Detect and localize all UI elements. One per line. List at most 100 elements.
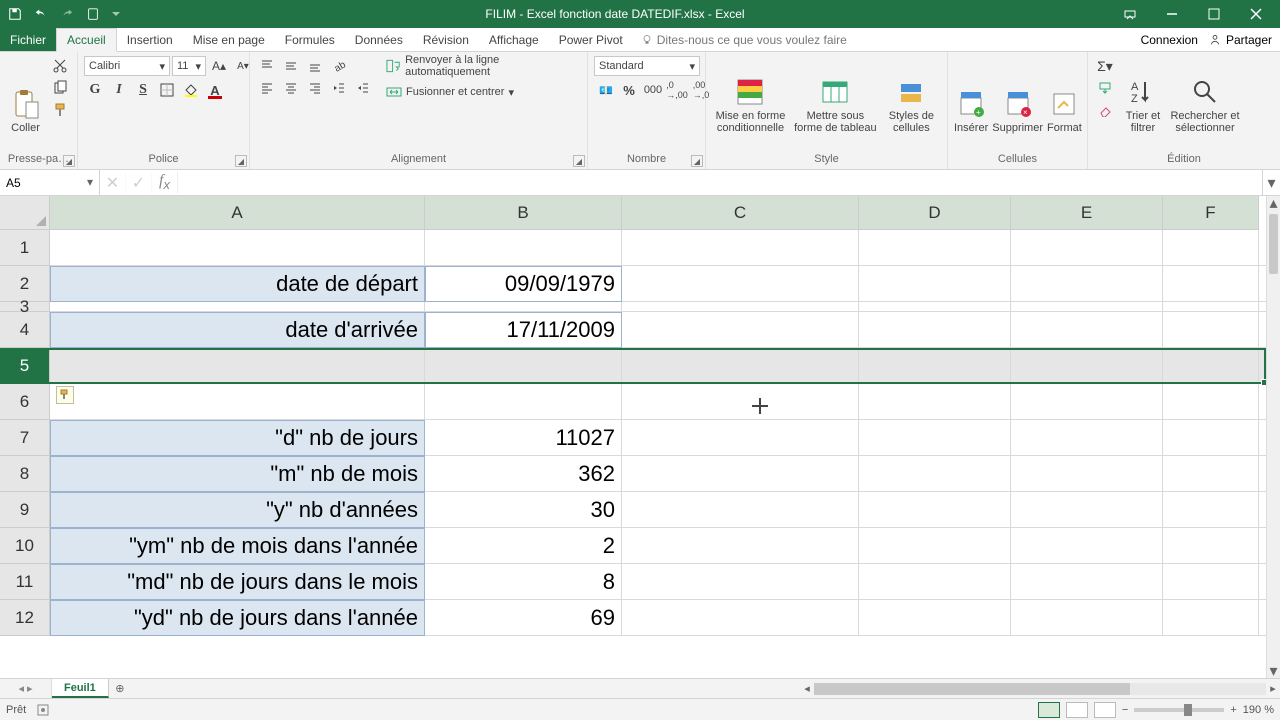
underline-button[interactable]: S (132, 80, 154, 100)
column-header-D[interactable]: D (859, 196, 1011, 230)
row-header-6[interactable]: 6 (0, 384, 50, 420)
delete-cells-button[interactable]: × Supprimer (992, 56, 1043, 134)
cell-E6[interactable] (1011, 384, 1163, 420)
cell-B11[interactable]: 8 (425, 564, 622, 600)
cell-A12[interactable]: "yd" nb de jours dans l'année (50, 600, 425, 636)
decrease-indent-button[interactable] (328, 78, 350, 98)
cell-A11[interactable]: "md" nb de jours dans le mois (50, 564, 425, 600)
merge-center-button[interactable]: Fusionner et centrer ▾ (382, 82, 581, 102)
wrap-text-button[interactable]: Renvoyer à la ligne automatiquement (382, 56, 581, 76)
column-header-B[interactable]: B (425, 196, 622, 230)
fill-color-button[interactable] (180, 80, 202, 100)
cell-B9[interactable]: 30 (425, 492, 622, 528)
paste-button[interactable]: Coller (6, 56, 45, 134)
cell-D5[interactable] (859, 348, 1011, 384)
tab-home[interactable]: Accueil (56, 28, 117, 52)
format-cells-button[interactable]: Format (1047, 56, 1082, 134)
cell-A4[interactable]: date d'arrivée (50, 312, 425, 348)
tab-page-layout[interactable]: Mise en page (183, 28, 275, 51)
cell-E10[interactable] (1011, 528, 1163, 564)
horizontal-scrollbar[interactable]: ◂ ▸ (800, 679, 1280, 698)
cell-E7[interactable] (1011, 420, 1163, 456)
cell-C3[interactable] (622, 302, 859, 312)
cell-B10[interactable]: 2 (425, 528, 622, 564)
sort-filter-button[interactable]: AZ Trier et filtrer (1120, 56, 1166, 134)
cell-B2[interactable]: 09/09/1979 (425, 266, 622, 302)
undo-icon[interactable] (34, 7, 48, 21)
cell-F12[interactable] (1163, 600, 1259, 636)
thousands-button[interactable]: 000 (642, 80, 664, 100)
cell-B6[interactable] (425, 384, 622, 420)
conditional-formatting-button[interactable]: Mise en forme conditionnelle (712, 56, 789, 134)
cell-C11[interactable] (622, 564, 859, 600)
cell-B4[interactable]: 17/11/2009 (425, 312, 622, 348)
align-bottom-button[interactable] (304, 56, 326, 76)
increase-indent-button[interactable] (352, 78, 374, 98)
cell-E3[interactable] (1011, 302, 1163, 312)
scroll-down-button[interactable]: ▾ (1267, 664, 1280, 678)
insert-function-button[interactable]: fx (152, 172, 178, 192)
percent-button[interactable]: % (618, 80, 640, 100)
cell-B3[interactable] (425, 302, 622, 312)
align-right-button[interactable] (304, 78, 326, 98)
increase-font-button[interactable]: A▴ (208, 56, 230, 76)
alignment-dialog-launcher[interactable]: ◢ (573, 155, 585, 167)
tell-me-search[interactable]: Dites-nous ce que vous voulez faire (633, 28, 847, 51)
cell-C8[interactable] (622, 456, 859, 492)
find-select-button[interactable]: Rechercher et sélectionner (1170, 56, 1240, 134)
page-break-view-button[interactable] (1094, 702, 1116, 718)
italic-button[interactable]: I (108, 80, 130, 100)
zoom-level[interactable]: 190 % (1243, 704, 1274, 716)
format-as-table-button[interactable]: Mettre sous forme de tableau (793, 56, 878, 134)
hscroll-thumb[interactable] (814, 683, 1130, 695)
cell-A7[interactable]: "d" nb de jours (50, 420, 425, 456)
name-box-dropdown[interactable]: ▾ (83, 174, 97, 190)
cell-D2[interactable] (859, 266, 1011, 302)
zoom-out-button[interactable]: − (1122, 704, 1128, 716)
currency-button[interactable]: 💶 (594, 80, 616, 100)
normal-view-button[interactable] (1038, 702, 1060, 718)
cell-F4[interactable] (1163, 312, 1259, 348)
share-button[interactable]: Partager (1208, 33, 1272, 47)
cell-F1[interactable] (1163, 230, 1259, 266)
cell-F7[interactable] (1163, 420, 1259, 456)
cell-D10[interactable] (859, 528, 1011, 564)
column-header-F[interactable]: F (1163, 196, 1259, 230)
formula-bar-input[interactable] (178, 170, 1262, 195)
row-header-5[interactable]: 5 (0, 348, 50, 384)
scroll-up-button[interactable]: ▴ (1267, 196, 1280, 210)
zoom-slider[interactable] (1134, 708, 1224, 712)
cell-A10[interactable]: "ym" nb de mois dans l'année (50, 528, 425, 564)
cell-B5[interactable] (425, 348, 622, 384)
cell-D6[interactable] (859, 384, 1011, 420)
row-header-4[interactable]: 4 (0, 312, 50, 348)
cell-D7[interactable] (859, 420, 1011, 456)
cell-D8[interactable] (859, 456, 1011, 492)
cell-F9[interactable] (1163, 492, 1259, 528)
clear-button[interactable] (1094, 100, 1116, 120)
cell-B8[interactable]: 362 (425, 456, 622, 492)
cell-A8[interactable]: "m" nb de mois (50, 456, 425, 492)
number-dialog-launcher[interactable]: ◢ (691, 155, 703, 167)
align-top-button[interactable] (256, 56, 278, 76)
row-header-3[interactable]: 3 (0, 302, 50, 312)
align-middle-button[interactable] (280, 56, 302, 76)
maximize-button[interactable] (1194, 0, 1234, 28)
cell-D1[interactable] (859, 230, 1011, 266)
cell-F2[interactable] (1163, 266, 1259, 302)
cell-C4[interactable] (622, 312, 859, 348)
cell-D9[interactable] (859, 492, 1011, 528)
column-header-A[interactable]: A (50, 196, 425, 230)
expand-formula-bar[interactable]: ▾ (1262, 170, 1280, 195)
sheet-nav[interactable]: ◂ ▸ (0, 679, 52, 698)
cell-C2[interactable] (622, 266, 859, 302)
cell-F3[interactable] (1163, 302, 1259, 312)
tab-file[interactable]: Fichier (0, 28, 56, 51)
font-name-combo[interactable]: Calibri▾ (84, 56, 170, 76)
cell-F5[interactable] (1163, 348, 1259, 384)
font-size-combo[interactable]: 11▾ (172, 56, 206, 76)
cell-B7[interactable]: 11027 (425, 420, 622, 456)
cell-C1[interactable] (622, 230, 859, 266)
cell-F10[interactable] (1163, 528, 1259, 564)
copy-button[interactable] (49, 78, 71, 98)
